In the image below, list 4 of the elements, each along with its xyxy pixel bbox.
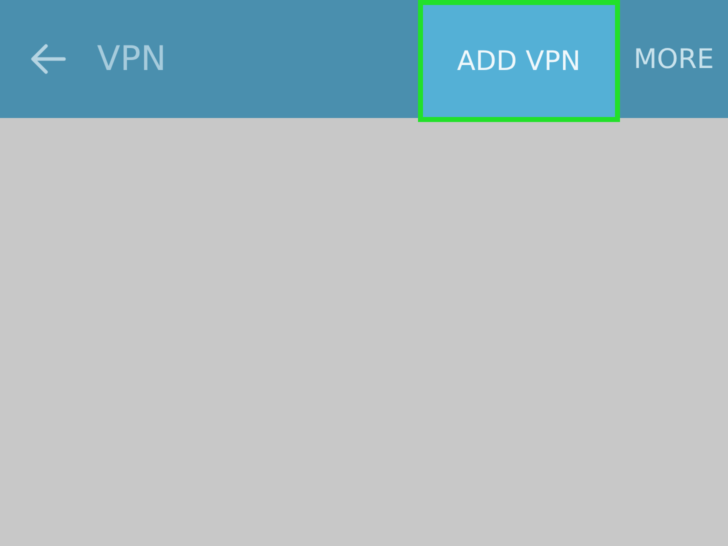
screen-title: VPN <box>97 39 166 79</box>
back-arrow-icon[interactable] <box>30 43 66 75</box>
action-button[interactable]: ADD VPN <box>418 0 620 122</box>
action-button[interactable]: MORE <box>620 0 728 118</box>
